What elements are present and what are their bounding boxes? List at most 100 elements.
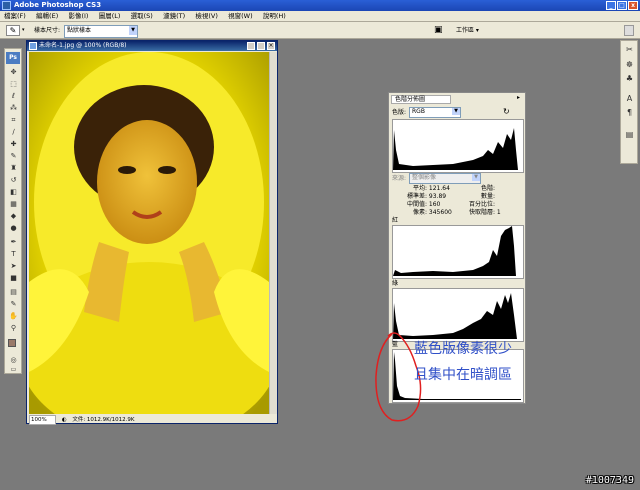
red-channel-label: 紅: [392, 217, 399, 224]
notes-tool-icon[interactable]: ▤: [8, 287, 19, 297]
menu-window[interactable]: 視窗(W): [224, 11, 257, 22]
pixels-value: 345600: [428, 209, 452, 216]
watermark: #1007349: [585, 475, 634, 486]
stats-right: 色階: 數量: 百分比位: 快取階層: 1: [457, 185, 523, 217]
close-button[interactable]: x: [628, 1, 638, 10]
std-dev-label: 標準差:: [406, 193, 427, 200]
workspace-button[interactable]: 工作區 ▾: [456, 25, 479, 36]
document-photo[interactable]: [29, 52, 269, 414]
dodge-tool-icon[interactable]: ●: [8, 223, 19, 233]
menu-image[interactable]: 影像(I): [64, 11, 92, 22]
doc-close-button[interactable]: ×: [267, 42, 275, 50]
histogram-tab[interactable]: 色階分佈圖: [391, 95, 451, 104]
source-select[interactable]: 整個影像 ▼: [409, 173, 481, 184]
portrait-photo: [29, 52, 269, 414]
channel-label: 色版:: [392, 109, 407, 116]
zoom-tool-icon[interactable]: ⚲: [8, 323, 19, 333]
menu-edit[interactable]: 編輯(E): [32, 11, 62, 22]
shape-tool-icon[interactable]: ■: [8, 273, 19, 283]
eraser-tool-icon[interactable]: ◧: [8, 187, 19, 197]
swatches-icon[interactable]: ☸: [624, 59, 635, 70]
document-icon: [29, 42, 37, 50]
document-window: 未命名-1.jpg @ 100% (RGB/8) × 100% ◐ 文件: 10…: [26, 40, 278, 425]
sample-size-select[interactable]: 點狀樣本 ▼: [64, 25, 138, 38]
collapsed-palette-dock: ✂ ☸ ♣ A ¶ ▤: [620, 40, 638, 164]
blur-tool-icon[interactable]: ◆: [8, 211, 19, 221]
tool-preset-arrow-icon[interactable]: ▾: [22, 27, 25, 33]
hand-tool-icon[interactable]: ✋: [8, 311, 19, 321]
path-select-icon[interactable]: ➤: [8, 261, 19, 271]
cache-level-label: 快取階層:: [468, 209, 495, 216]
chevron-down-icon: ▼: [472, 174, 480, 181]
sample-size-label: 樣本尺寸:: [34, 27, 61, 34]
healing-brush-icon[interactable]: ✚: [8, 139, 19, 149]
vertical-scrollbar[interactable]: [269, 52, 277, 414]
pen-tool-icon[interactable]: ✒: [8, 237, 19, 247]
palette-well[interactable]: [624, 25, 634, 36]
red-histogram-graph: [393, 226, 516, 276]
minimize-button[interactable]: _: [606, 1, 616, 10]
character-icon[interactable]: A: [624, 93, 635, 104]
status-menu-icon[interactable]: ◐: [62, 417, 67, 423]
annotation-line-1: 藍色版像素很少: [414, 341, 512, 357]
screen-mode-icon[interactable]: ▭: [8, 365, 19, 375]
refresh-icon[interactable]: ↻: [503, 107, 510, 116]
doc-minimize-button[interactable]: [247, 42, 255, 50]
marquee-tool-icon[interactable]: ⬚: [8, 79, 19, 89]
lasso-tool-icon[interactable]: ℓ: [8, 91, 19, 101]
red-histogram: [392, 225, 524, 279]
menu-bar: 檔案(F) 編輯(E) 影像(I) 圖層(L) 選取(S) 濾鏡(T) 檢視(V…: [0, 11, 640, 22]
count-label: 數量:: [480, 193, 495, 200]
channel-select[interactable]: RGB ▼: [409, 107, 461, 118]
magic-wand-icon[interactable]: ⁂: [8, 103, 19, 113]
maximize-button[interactable]: □: [617, 1, 627, 10]
menu-select[interactable]: 選取(S): [127, 11, 157, 22]
source-value: 整個影像: [412, 174, 437, 181]
crop-tool-icon[interactable]: ⌗: [8, 115, 19, 125]
mean-value: 121.64: [428, 185, 450, 192]
menu-file[interactable]: 檔案(F): [0, 11, 30, 22]
document-title: 未命名-1.jpg @ 100% (RGB/8): [39, 42, 127, 49]
toolbox: Ps ✥ ⬚ ℓ ⁂ ⌗ ∕ ✚ ✎ ♜ ↺ ◧ ▦ ◆ ● ✒ T ➤ ■ ▤…: [4, 48, 22, 374]
app-title-bar: Adobe Photoshop CS3 _ □ x: [0, 0, 640, 11]
app-title: Adobe Photoshop CS3: [14, 1, 102, 9]
menu-view[interactable]: 檢視(V): [191, 11, 222, 22]
brush-tool-icon[interactable]: ✎: [8, 151, 19, 161]
channel-value: RGB: [412, 108, 425, 115]
photoshop-app-icon: [2, 1, 11, 10]
paragraph-icon[interactable]: ¶: [624, 107, 635, 118]
type-tool-icon[interactable]: T: [8, 249, 19, 259]
chevron-down-icon: ▼: [129, 26, 137, 35]
pixels-label: 像素:: [412, 209, 427, 216]
move-tool-icon[interactable]: ✥: [8, 67, 19, 77]
document-status-bar: 100% ◐ 文件: 1012.9K/1012.9K: [29, 415, 277, 425]
history-brush-icon[interactable]: ↺: [8, 175, 19, 185]
source-label: 來源:: [392, 175, 407, 182]
menu-layer[interactable]: 圖層(L): [95, 11, 125, 22]
eyedropper-tool-icon[interactable]: ✎: [8, 299, 19, 309]
level-label: 色階:: [480, 185, 495, 192]
menu-help[interactable]: 說明(H): [259, 11, 290, 22]
std-dev-value: 93.89: [428, 193, 447, 200]
stats-left: 平均: 121.64 標準差: 93.89 中間值: 160 像素: 34560…: [395, 185, 455, 217]
foreground-color-swatch[interactable]: [8, 339, 16, 347]
quick-mask-icon[interactable]: ◎: [8, 355, 19, 365]
clone-stamp-icon[interactable]: ♜: [8, 163, 19, 173]
menu-filter[interactable]: 濾鏡(T): [159, 11, 189, 22]
styles-icon[interactable]: ♣: [624, 73, 635, 84]
gradient-tool-icon[interactable]: ▦: [8, 199, 19, 209]
annotation-line-2: 且集中在暗調區: [414, 367, 512, 383]
median-label: 中間值:: [406, 201, 427, 208]
rgb-histogram: [392, 119, 524, 173]
eyedropper-icon[interactable]: ✎: [6, 25, 20, 36]
layers-icon[interactable]: ▤: [624, 129, 635, 140]
navigator-icon[interactable]: ✂: [624, 44, 635, 55]
cache-level-value: 1: [496, 209, 501, 216]
file-browser-icon[interactable]: ▣: [434, 25, 443, 35]
doc-maximize-button[interactable]: [257, 42, 265, 50]
median-value: 160: [428, 201, 441, 208]
document-title-bar: 未命名-1.jpg @ 100% (RGB/8) ×: [27, 41, 277, 51]
slice-tool-icon[interactable]: ∕: [8, 127, 19, 137]
zoom-level[interactable]: 100%: [29, 415, 56, 425]
palette-menu-icon[interactable]: ▸: [517, 94, 520, 101]
